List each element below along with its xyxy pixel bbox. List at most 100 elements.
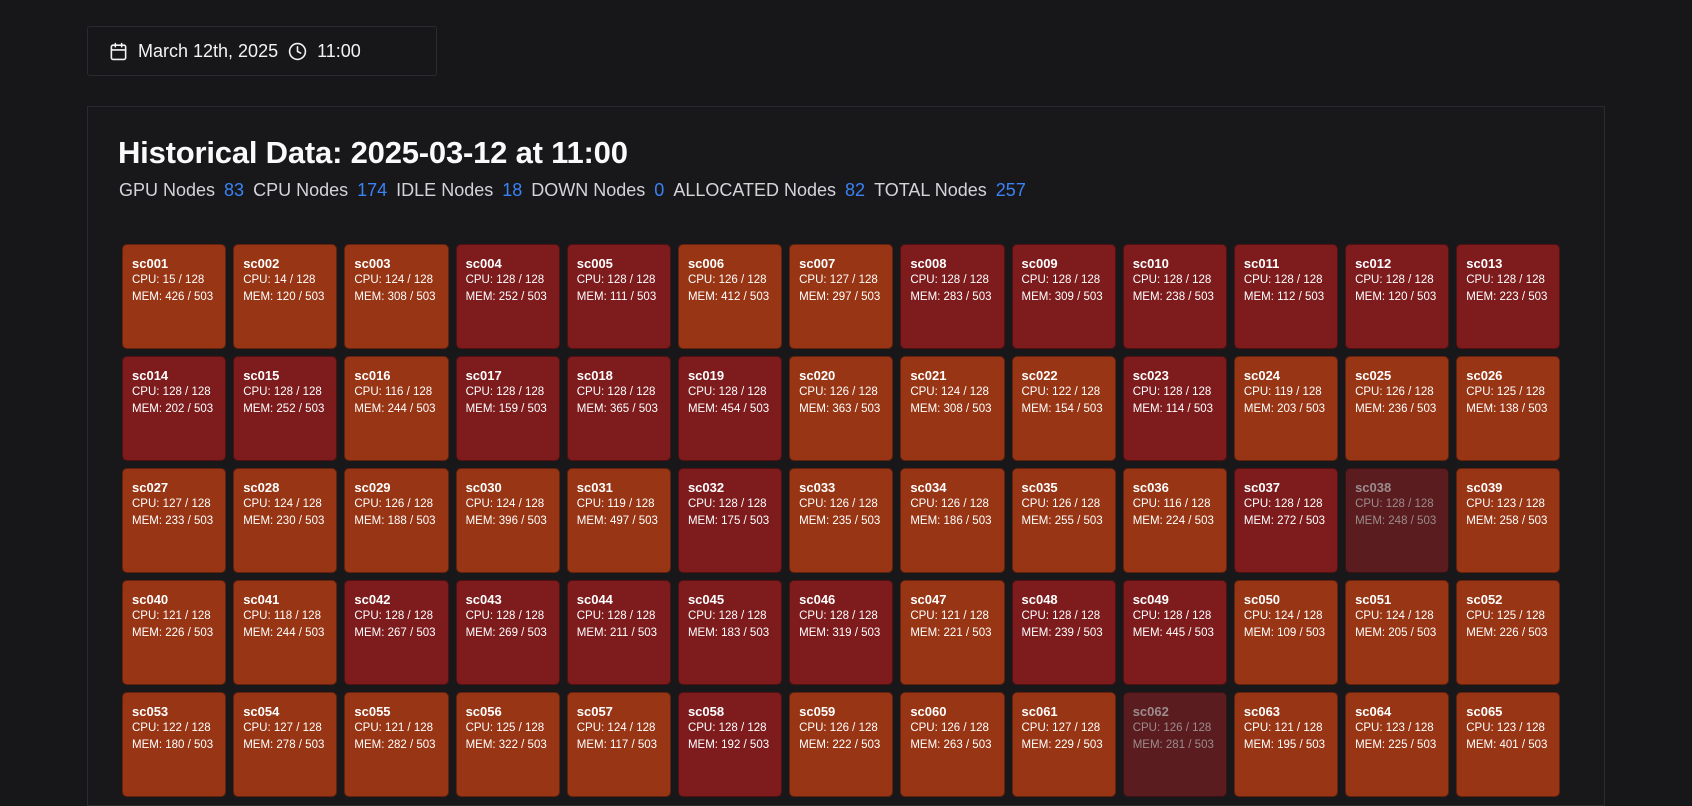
node-card[interactable]: sc007 CPU: 127 / 128 MEM: 297 / 503 (789, 244, 894, 349)
node-card[interactable]: sc045 CPU: 128 / 128 MEM: 183 / 503 (677, 580, 783, 685)
node-card[interactable]: sc009 CPU: 128 / 128 MEM: 309 / 503 (1011, 244, 1116, 349)
node-cpu: CPU: 128 / 128 (687, 498, 767, 510)
node-card[interactable]: sc003 CPU: 124 / 128 MEM: 308 / 503 (344, 244, 449, 349)
node-card[interactable]: sc029 CPU: 126 / 128 MEM: 188 / 503 (344, 468, 449, 573)
node-mem: MEM: 322 / 503 (465, 739, 547, 751)
node-name: sc030 (465, 480, 502, 495)
node-cpu: CPU: 128 / 128 (799, 610, 878, 622)
node-cpu: CPU: 116 / 128 (354, 386, 433, 398)
node-card[interactable]: sc061 CPU: 127 / 128 MEM: 229 / 503 (1011, 692, 1116, 797)
node-card[interactable]: sc019 CPU: 128 / 128 MEM: 454 / 503 (677, 356, 783, 461)
node-card[interactable]: sc032 CPU: 128 / 128 MEM: 175 / 503 (677, 468, 783, 573)
node-card[interactable]: sc034 CPU: 126 / 128 MEM: 186 / 503 (900, 468, 1005, 573)
node-card[interactable]: sc060 CPU: 126 / 128 MEM: 263 / 503 (900, 692, 1005, 797)
node-card[interactable]: sc033 CPU: 126 / 128 MEM: 235 / 503 (789, 468, 894, 573)
node-card[interactable]: sc051 CPU: 124 / 128 MEM: 205 / 503 (1345, 580, 1450, 685)
node-card[interactable]: sc040 CPU: 121 / 128 MEM: 226 / 503 (122, 580, 227, 685)
node-mem: MEM: 225 / 503 (1355, 739, 1437, 751)
node-mem: MEM: 180 / 503 (132, 739, 214, 751)
node-card[interactable]: sc030 CPU: 124 / 128 MEM: 396 / 503 (455, 468, 560, 573)
stat-value: 83 (224, 180, 245, 200)
node-card[interactable]: sc021 CPU: 124 / 128 MEM: 308 / 503 (900, 356, 1005, 461)
node-name: sc064 (1355, 704, 1392, 719)
node-card[interactable]: sc052 CPU: 125 / 128 MEM: 226 / 503 (1456, 580, 1561, 685)
node-cpu: CPU: 126 / 128 (1132, 722, 1212, 734)
stat-label: ALLOCATED Nodes (673, 180, 837, 200)
node-card[interactable]: sc042 CPU: 128 / 128 MEM: 267 / 503 (344, 580, 449, 685)
node-name: sc001 (132, 256, 169, 271)
node-card[interactable]: sc055 CPU: 121 / 128 MEM: 282 / 503 (344, 692, 449, 797)
node-card[interactable]: sc018 CPU: 128 / 128 MEM: 365 / 503 (566, 356, 671, 461)
node-card[interactable]: sc028 CPU: 124 / 128 MEM: 230 / 503 (233, 468, 338, 573)
node-card[interactable]: sc056 CPU: 125 / 128 MEM: 322 / 503 (455, 692, 560, 797)
node-cpu: CPU: 128 / 128 (465, 274, 545, 286)
node-card[interactable]: sc011 CPU: 128 / 128 MEM: 112 / 503 (1233, 244, 1339, 349)
node-mem: MEM: 233 / 503 (132, 515, 214, 527)
node-card[interactable]: sc046 CPU: 128 / 128 MEM: 319 / 503 (789, 580, 894, 685)
node-card[interactable]: sc053 CPU: 122 / 128 MEM: 180 / 503 (122, 692, 227, 797)
node-card[interactable]: sc064 CPU: 123 / 128 MEM: 225 / 503 (1345, 692, 1450, 797)
node-card[interactable]: sc039 CPU: 123 / 128 MEM: 258 / 503 (1456, 468, 1561, 573)
node-card[interactable]: sc031 CPU: 119 / 128 MEM: 497 / 503 (566, 468, 671, 573)
node-card[interactable]: sc020 CPU: 126 / 128 MEM: 363 / 503 (789, 356, 894, 461)
node-mem: MEM: 223 / 503 (1466, 291, 1548, 303)
node-card[interactable]: sc062 CPU: 126 / 128 MEM: 281 / 503 (1122, 692, 1227, 797)
node-card[interactable]: sc035 CPU: 126 / 128 MEM: 255 / 503 (1011, 468, 1116, 573)
node-card[interactable]: sc022 CPU: 122 / 128 MEM: 154 / 503 (1011, 356, 1116, 461)
node-card[interactable]: sc058 CPU: 128 / 128 MEM: 192 / 503 (677, 692, 783, 797)
node-cpu: CPU: 128 / 128 (687, 722, 767, 734)
node-card[interactable]: sc063 CPU: 121 / 128 MEM: 195 / 503 (1233, 692, 1339, 797)
node-cpu: CPU: 124 / 128 (1243, 610, 1323, 622)
node-card[interactable]: sc024 CPU: 119 / 128 MEM: 203 / 503 (1233, 356, 1339, 461)
node-card[interactable]: sc049 CPU: 128 / 128 MEM: 445 / 503 (1122, 580, 1227, 685)
node-mem: MEM: 221 / 503 (910, 627, 992, 639)
node-card[interactable]: sc037 CPU: 128 / 128 MEM: 272 / 503 (1233, 468, 1339, 573)
node-card[interactable]: sc041 CPU: 118 / 128 MEM: 244 / 503 (233, 580, 338, 685)
node-card[interactable]: sc002 CPU: 14 / 128 MEM: 120 / 503 (233, 244, 338, 349)
node-mem: MEM: 282 / 503 (354, 739, 436, 751)
node-cpu: CPU: 121 / 128 (910, 610, 989, 622)
node-card[interactable]: sc004 CPU: 128 / 128 MEM: 252 / 503 (455, 244, 560, 349)
node-name: sc043 (465, 592, 502, 607)
node-card[interactable]: sc048 CPU: 128 / 128 MEM: 239 / 503 (1011, 580, 1116, 685)
node-card[interactable]: sc025 CPU: 126 / 128 MEM: 236 / 503 (1345, 356, 1450, 461)
node-card[interactable]: sc013 CPU: 128 / 128 MEM: 223 / 503 (1456, 244, 1561, 349)
node-name: sc047 (910, 592, 947, 607)
stat-value: 82 (845, 180, 866, 200)
node-card[interactable]: sc059 CPU: 126 / 128 MEM: 222 / 503 (789, 692, 894, 797)
node-name: sc050 (1243, 592, 1281, 607)
node-card[interactable]: sc050 CPU: 124 / 128 MEM: 109 / 503 (1233, 580, 1339, 685)
node-name: sc024 (1243, 368, 1281, 383)
node-card[interactable]: sc065 CPU: 123 / 128 MEM: 401 / 503 (1456, 692, 1561, 797)
node-card[interactable]: sc038 CPU: 128 / 128 MEM: 248 / 503 (1345, 468, 1450, 573)
node-card[interactable]: sc057 CPU: 124 / 128 MEM: 117 / 503 (566, 692, 671, 797)
node-card[interactable]: sc016 CPU: 116 / 128 MEM: 244 / 503 (344, 356, 449, 461)
node-card[interactable]: sc014 CPU: 128 / 128 MEM: 202 / 503 (122, 356, 227, 461)
node-cpu: CPU: 127 / 128 (1021, 722, 1101, 734)
node-card[interactable]: sc006 CPU: 126 / 128 MEM: 412 / 503 (677, 244, 783, 349)
node-card[interactable]: sc001 CPU: 15 / 128 MEM: 426 / 503 (122, 244, 227, 349)
node-card[interactable]: sc010 CPU: 128 / 128 MEM: 238 / 503 (1122, 244, 1227, 349)
node-card[interactable]: sc027 CPU: 127 / 128 MEM: 233 / 503 (122, 468, 227, 573)
node-card[interactable]: sc047 CPU: 121 / 128 MEM: 221 / 503 (900, 580, 1005, 685)
node-card[interactable]: sc036 CPU: 116 / 128 MEM: 224 / 503 (1122, 468, 1227, 573)
node-mem: MEM: 114 / 503 (1132, 403, 1214, 415)
node-name: sc046 (799, 592, 836, 607)
node-card[interactable]: sc005 CPU: 128 / 128 MEM: 111 / 503 (566, 244, 671, 349)
node-mem: MEM: 120 / 503 (1355, 291, 1437, 303)
node-card[interactable]: sc015 CPU: 128 / 128 MEM: 252 / 503 (233, 356, 338, 461)
node-card[interactable]: sc017 CPU: 128 / 128 MEM: 159 / 503 (455, 356, 560, 461)
node-cpu: CPU: 123 / 128 (1355, 722, 1434, 734)
date-time-picker[interactable]: March 12th, 2025 11:00 (87, 26, 437, 76)
node-cpu: CPU: 128 / 128 (1243, 274, 1323, 286)
node-cpu: CPU: 128 / 128 (465, 610, 545, 622)
node-card[interactable]: sc026 CPU: 125 / 128 MEM: 138 / 503 (1456, 356, 1561, 461)
node-card[interactable]: sc023 CPU: 128 / 128 MEM: 114 / 503 (1122, 356, 1227, 461)
node-card[interactable]: sc008 CPU: 128 / 128 MEM: 283 / 503 (900, 244, 1005, 349)
node-card[interactable]: sc054 CPU: 127 / 128 MEM: 278 / 503 (233, 692, 338, 797)
node-card[interactable]: sc012 CPU: 128 / 128 MEM: 120 / 503 (1345, 244, 1450, 349)
node-card[interactable]: sc043 CPU: 128 / 128 MEM: 269 / 503 (455, 580, 560, 685)
node-mem: MEM: 183 / 503 (687, 627, 770, 639)
node-card[interactable]: sc044 CPU: 128 / 128 MEM: 211 / 503 (566, 580, 671, 685)
stat-label: DOWN Nodes (531, 180, 646, 200)
